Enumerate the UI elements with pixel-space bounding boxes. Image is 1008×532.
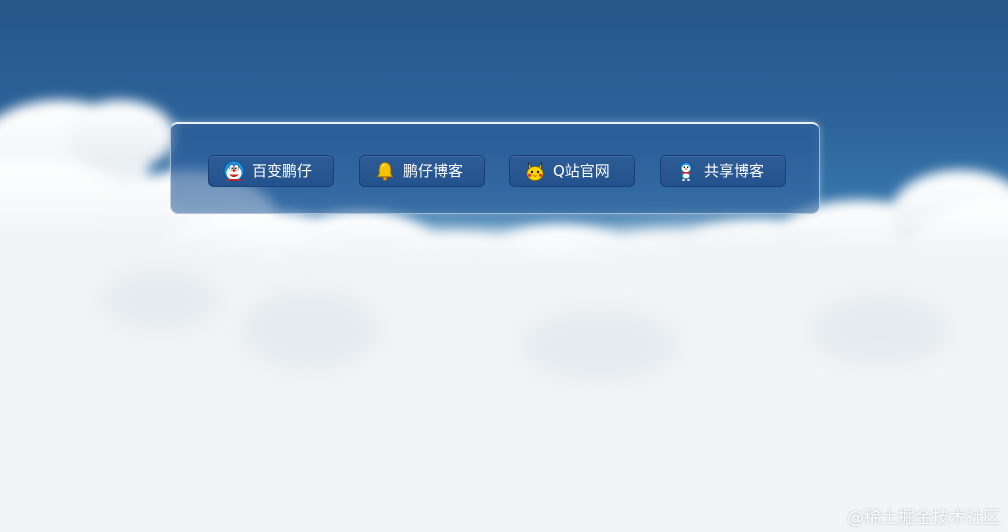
nav-button-label: 鹏仔博客 [403, 162, 464, 180]
robot-icon [675, 160, 697, 182]
bell-icon [374, 160, 396, 182]
nav-button-shared-blog[interactable]: 共享博客 [660, 155, 786, 187]
nav-button-label: Q站官网 [553, 162, 610, 180]
nav-button-baibian-pengzai[interactable]: 百变鹏仔 [208, 155, 334, 187]
cloud-background [0, 100, 1008, 532]
watermark-text: @稀土掘金技术社区 [847, 508, 1000, 528]
pikachu-icon [524, 160, 546, 182]
nav-button-label: 共享博客 [704, 162, 765, 180]
nav-button-label: 百变鹏仔 [252, 162, 313, 180]
nav-button-q-station[interactable]: Q站官网 [509, 155, 635, 187]
sky-scene: 百变鹏仔 鹏仔博客 Q站官网 共享博客 @稀土掘金技术社区 [0, 0, 1008, 532]
nav-panel: 百变鹏仔 鹏仔博客 Q站官网 共享博客 [170, 122, 820, 214]
doraemon-icon [223, 160, 245, 182]
nav-button-pengzai-blog[interactable]: 鹏仔博客 [359, 155, 485, 187]
